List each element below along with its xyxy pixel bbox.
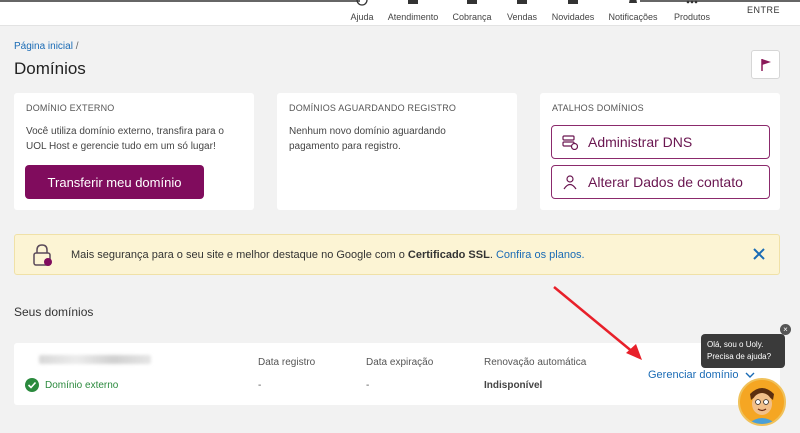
nav-label: Produtos: [673, 12, 711, 22]
nav-atendimento[interactable]: Atendimento: [388, 0, 438, 26]
bell-icon: [629, 0, 637, 3]
ssl-plans-link[interactable]: Confira os planos.: [496, 249, 585, 261]
dns-server-icon: [562, 135, 578, 150]
card-title: DOMÍNIO EXTERNO: [26, 103, 115, 113]
registered-value: -: [258, 380, 262, 391]
assistant-character-icon: [740, 380, 784, 424]
login-link[interactable]: ENTRE: [747, 5, 780, 15]
card-text: Nenhum novo domínio aguardando pagamento…: [289, 126, 446, 152]
gift-icon: [568, 0, 578, 4]
breadcrumb: Página inicial /: [14, 41, 79, 52]
button-label: Administrar DNS: [588, 134, 693, 150]
blurred-domain-name: [39, 355, 151, 364]
nav-novidades[interactable]: Novidades: [552, 0, 594, 26]
chat-greeting-bubble[interactable]: Olá, sou o Uoly. Precisa de ajuda?: [701, 334, 785, 368]
nav-label: Cobrança: [452, 12, 492, 22]
flag-icon: [760, 58, 771, 71]
chat-icon: [408, 0, 418, 4]
user-icon: [563, 175, 577, 190]
check-circle-icon: [25, 378, 39, 392]
red-arrow-annotation: [553, 286, 642, 360]
report-flag-button[interactable]: [751, 50, 780, 79]
external-domain-card: DOMÍNIO EXTERNO Você utiliza domínio ext…: [14, 93, 254, 210]
column-header-expires: Data expiração: [366, 357, 434, 368]
card-title: ATALHOS DOMÍNIOS: [552, 103, 644, 113]
card-title: DOMÍNIOS AGUARDANDO REGISTRO: [289, 103, 457, 113]
ssl-banner-text: Mais segurança para o seu site e melhor …: [71, 249, 585, 261]
column-header-registered: Data registro: [258, 357, 316, 368]
chat-line: Precisa de ajuda?: [707, 352, 772, 361]
billing-icon: [467, 0, 477, 4]
nav-label: Vendas: [506, 12, 538, 22]
help-circle-icon: [356, 0, 368, 6]
status-label: Domínio externo: [45, 379, 119, 391]
nav-cobranca[interactable]: Cobrança: [452, 0, 492, 26]
transfer-domain-button[interactable]: Transferir meu domínio: [25, 165, 204, 199]
top-edge-line: [640, 0, 800, 2]
pending-domains-card: DOMÍNIOS AGUARDANDO REGISTRO Nenhum novo…: [277, 93, 517, 210]
renewal-value: Indisponível: [484, 380, 543, 391]
cart-icon: [517, 0, 527, 4]
ssl-promo-banner: Mais segurança para o seu site e melhor …: [14, 234, 780, 275]
nav-vendas[interactable]: Vendas: [506, 0, 538, 26]
page-title: Domínios: [14, 59, 86, 78]
nav-label: Novidades: [551, 12, 595, 22]
top-navigation: Ajuda Atendimento Cobrança Vendas Novida…: [0, 0, 800, 26]
chat-line: Olá, sou o Uoly.: [707, 340, 764, 349]
ssl-bold-text: Certificado SSL: [407, 248, 490, 261]
close-icon[interactable]: [752, 247, 766, 261]
domain-shortcuts-card: ATALHOS DOMÍNIOS Administrar DNS Alterar…: [540, 93, 780, 210]
card-text: Você utiliza domínio externo, transfira …: [26, 126, 224, 152]
button-label: Alterar Dados de contato: [588, 174, 743, 190]
section-title: Seus domínios: [14, 305, 94, 319]
manage-domain-label: Gerenciar domínio: [648, 369, 739, 381]
nav-produtos[interactable]: Produtos: [674, 0, 710, 26]
domain-row: Domínio externo Data registro Data expir…: [14, 343, 780, 405]
domain-status: Domínio externo: [25, 378, 118, 392]
manage-domain-link[interactable]: Gerenciar domínio: [648, 369, 755, 381]
manage-dns-button[interactable]: Administrar DNS: [551, 125, 770, 159]
expires-value: -: [366, 380, 370, 391]
nav-ajuda[interactable]: Ajuda: [349, 0, 375, 26]
chat-close-button[interactable]: ×: [780, 324, 791, 335]
nav-notificacoes[interactable]: Notificações: [608, 0, 658, 26]
top-edge-line: [0, 0, 360, 2]
ssl-lock-icon: [33, 243, 52, 266]
nav-label: Notificações: [608, 12, 658, 22]
nav-label: Atendimento: [387, 12, 439, 22]
grid-icon: [686, 0, 698, 4]
change-contact-button[interactable]: Alterar Dados de contato: [551, 165, 770, 199]
nav-label: Ajuda: [350, 12, 374, 22]
ssl-text-part: Mais segurança para o seu site e melhor …: [71, 248, 408, 261]
breadcrumb-home-link[interactable]: Página inicial: [14, 41, 73, 52]
chat-assistant-avatar[interactable]: [738, 378, 786, 426]
breadcrumb-separator: /: [75, 41, 79, 52]
